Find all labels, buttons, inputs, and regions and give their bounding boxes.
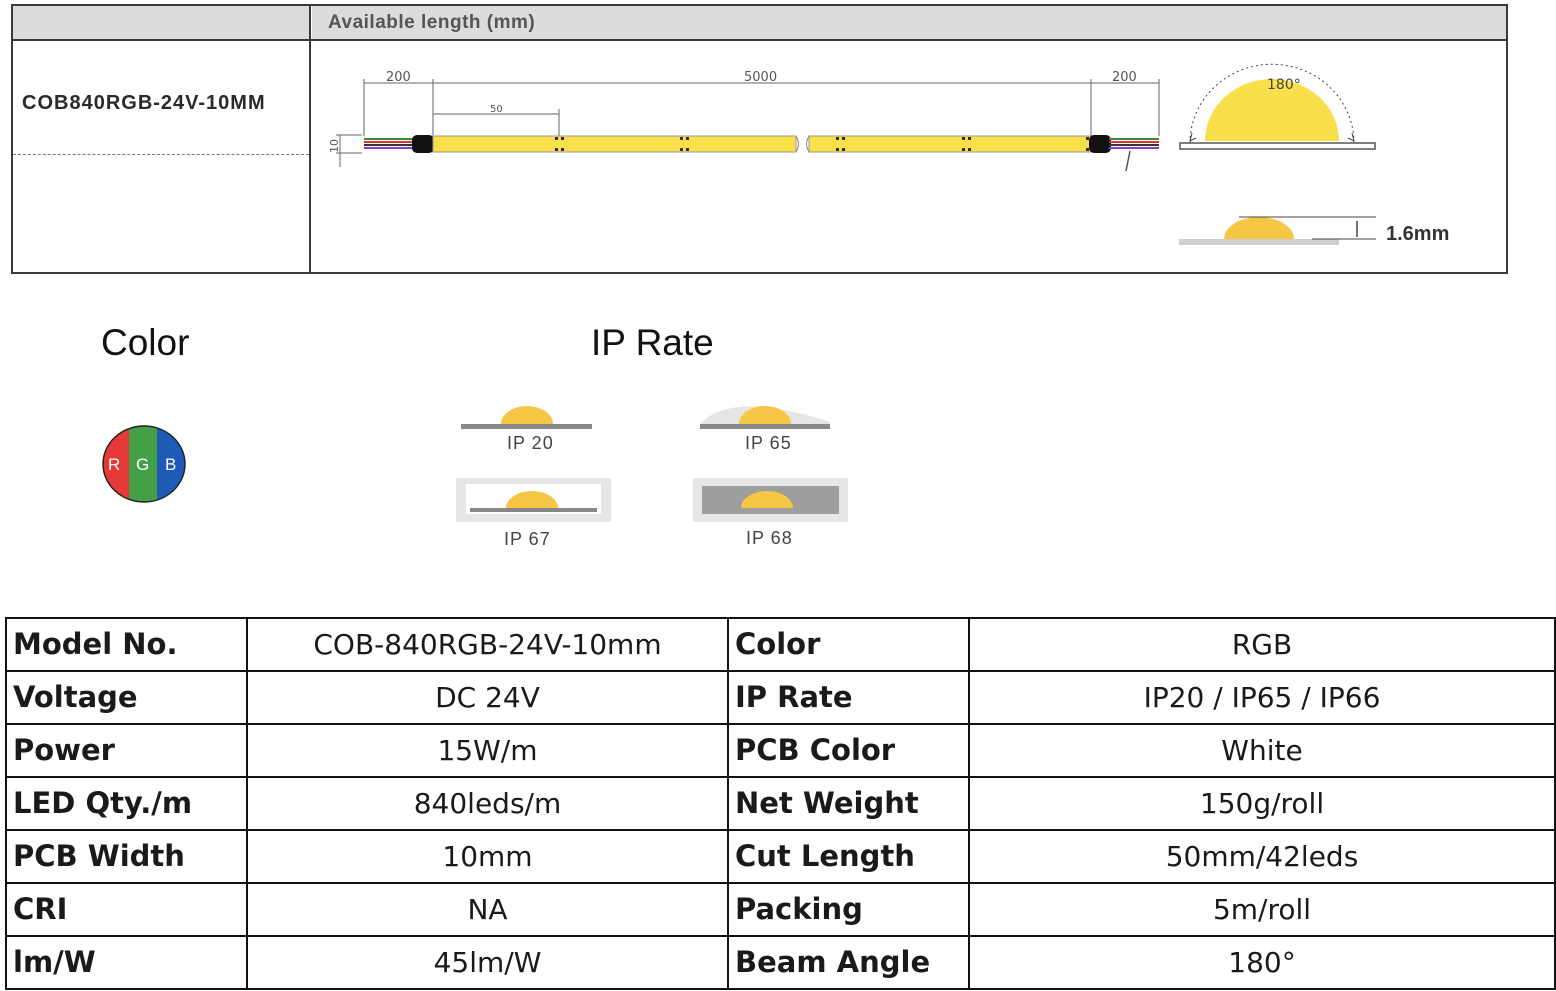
dim-lead-left: 200: [386, 70, 411, 85]
spec-label: PCB Width: [5, 829, 248, 884]
wire-bundle-left: [364, 138, 416, 149]
ip68-illustration: [693, 478, 848, 522]
spec-value: RGB: [968, 617, 1556, 672]
spec-value: 15W/m: [246, 723, 729, 778]
rgb-r: R: [108, 455, 120, 474]
spec-label: Beam Angle: [727, 935, 970, 990]
spec-value: 840leds/m: [246, 776, 729, 831]
ip65-label: IP 65: [745, 433, 792, 453]
spec-label: Packing: [727, 882, 970, 937]
available-length-title: Available length (mm): [328, 12, 536, 33]
dashed-divider: [13, 154, 309, 155]
beam-angle-label: 180°: [1267, 77, 1301, 93]
spec-label: Color: [727, 617, 970, 672]
ip20-label: IP 20: [507, 433, 554, 453]
spec-value: 180°: [968, 935, 1556, 990]
table-row: Model No. COB-840RGB-24V-10mm Color RGB: [5, 617, 1556, 672]
drawing-column-divider: [309, 6, 311, 274]
wire-bundle-right: [1109, 138, 1159, 172]
ip-rate-heading: IP Rate: [591, 322, 714, 363]
dim-width: 10: [328, 139, 341, 153]
chip-height-label: 1.6mm: [1386, 223, 1450, 245]
led-strip-segment-right: [808, 135, 1092, 153]
spec-label: CRI: [5, 882, 248, 937]
spec-label: IP Rate: [727, 670, 970, 725]
spec-label: Cut Length: [727, 829, 970, 884]
spec-label: Voltage: [5, 670, 248, 725]
table-row: LED Qty./m 840leds/m Net Weight 150g/rol…: [5, 776, 1556, 831]
table-row: CRI NA Packing 5m/roll: [5, 882, 1556, 937]
model-name-label: COB840RGB-24V-10MM: [22, 92, 266, 114]
led-strip-segment-left: [432, 135, 797, 153]
spec-label: Net Weight: [727, 776, 970, 831]
dim-lead-right: 200: [1112, 70, 1137, 85]
rgb-b: B: [165, 455, 176, 474]
table-row: PCB Width 10mm Cut Length 50mm/42leds: [5, 829, 1556, 884]
table-row: Voltage DC 24V IP Rate IP20 / IP65 / IP6…: [5, 670, 1556, 725]
rgb-color-badge: R G B: [102, 425, 186, 503]
ip20-illustration: [461, 406, 592, 429]
color-heading: Color: [101, 322, 190, 363]
spec-value: 10mm: [246, 829, 729, 884]
dim-cut: 50: [490, 104, 503, 115]
table-row: lm/W 45lm/W Beam Angle 180°: [5, 935, 1556, 990]
spec-label: LED Qty./m: [5, 776, 248, 831]
ip68-label: IP 68: [746, 528, 793, 548]
spec-value: DC 24V: [246, 670, 729, 725]
ip67-illustration: [456, 478, 611, 522]
table-row: Power 15W/m PCB Color White: [5, 723, 1556, 778]
spec-value: IP20 / IP65 / IP66: [968, 670, 1556, 725]
rgb-g: G: [136, 455, 149, 474]
chip-height-diagram: [1179, 216, 1376, 245]
spec-table: Model No. COB-840RGB-24V-10mm Color RGB …: [5, 617, 1556, 990]
ip-rating-illustrations: [456, 406, 848, 522]
spec-label: Power: [5, 723, 248, 778]
drawing-left-header: [13, 6, 310, 40]
spec-value: NA: [246, 882, 729, 937]
spec-value: 5m/roll: [968, 882, 1556, 937]
spec-value: 45lm/W: [246, 935, 729, 990]
spec-label: lm/W: [5, 935, 248, 990]
strip-dimension-drawing: 200 5000 200 50 10 180°: [328, 63, 1376, 245]
spec-value: White: [968, 723, 1556, 778]
spec-label: PCB Color: [727, 723, 970, 778]
spec-value: COB-840RGB-24V-10mm: [246, 617, 729, 672]
end-cap-left: [412, 135, 434, 153]
ip65-illustration: [700, 406, 830, 429]
spec-value: 50mm/42leds: [968, 829, 1556, 884]
spec-value: 150g/roll: [968, 776, 1556, 831]
end-cap-right: [1089, 135, 1111, 153]
ip67-label: IP 67: [504, 529, 551, 549]
dim-total: 5000: [744, 70, 777, 85]
spec-label: Model No.: [5, 617, 248, 672]
